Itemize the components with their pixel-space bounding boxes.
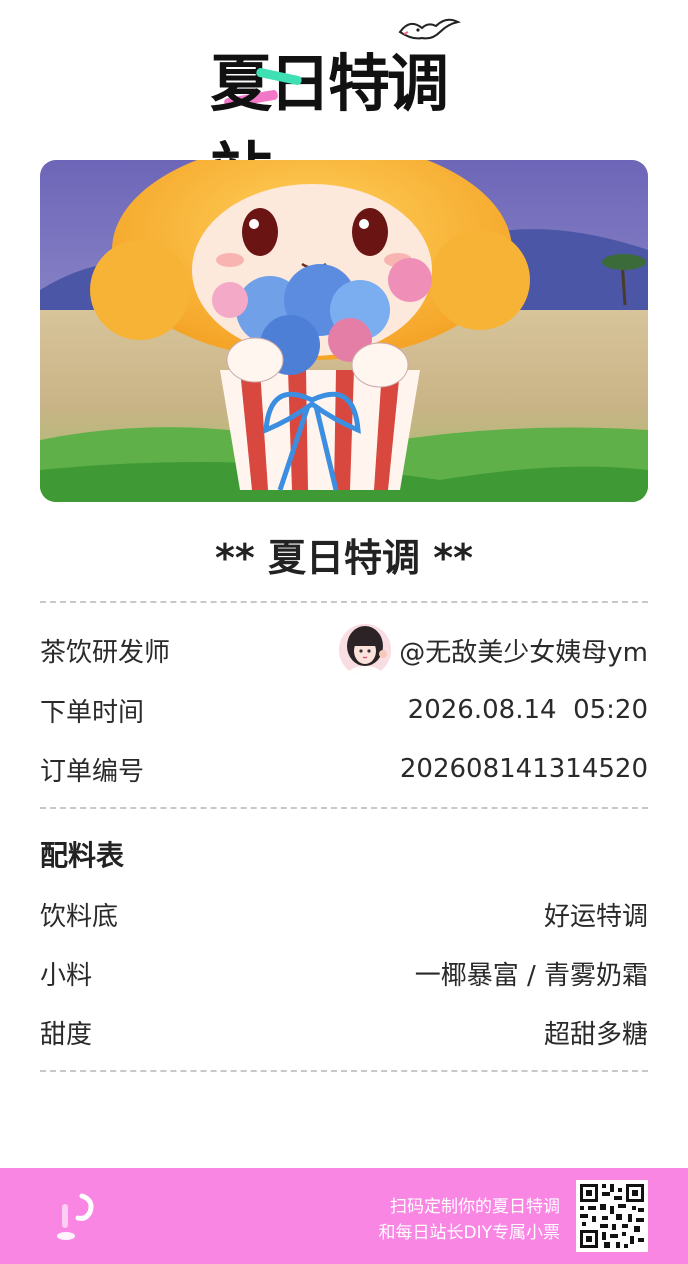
drink-title: ** 夏日特调 ** (215, 536, 473, 580)
ingredient-value: 一椰暴富 / 青雾奶霜 (414, 960, 648, 991)
order-time-value: 2026.08.14 05:20 (407, 695, 648, 725)
divider (40, 601, 648, 603)
order-time-row: 下单时间 2026.08.14 05:20 (40, 688, 648, 732)
drink-illustration (40, 160, 648, 502)
ingredient-label: 饮料底 (40, 901, 119, 932)
app-logo-icon (57, 1193, 94, 1240)
creator-value[interactable]: @无敌美少女姨母ym (339, 624, 648, 676)
divider (40, 1070, 648, 1072)
footer-line2: 和每日站长DIY专属小票 (378, 1223, 561, 1243)
footer-banner: 扫码定制你的夏日特调 和每日站长DIY专属小票 (0, 1168, 688, 1264)
order-number-row: 订单编号 202608141314520 (40, 747, 648, 791)
ingredient-value: 超甜多糖 (543, 1019, 648, 1050)
creator-row: 茶饮研发师 @无敌美少女姨母ym (40, 624, 648, 676)
ingredient-row-toppings: 小料 一椰暴富 / 青雾奶霜 (40, 951, 648, 995)
ingredient-value: 好运特调 (543, 901, 648, 932)
footer-line1: 扫码定制你的夏日特调 (390, 1197, 560, 1217)
avatar[interactable] (339, 624, 392, 676)
order-time-label: 下单时间 (40, 697, 145, 728)
qr-code[interactable] (576, 1180, 648, 1252)
seagull-icon (398, 18, 462, 40)
ingredient-row-sweetness: 甜度 超甜多糖 (40, 1010, 648, 1054)
brand-logo: 夏日特调站 (210, 18, 480, 208)
creator-name[interactable]: @无敌美少女姨母ym (399, 632, 648, 669)
ingredient-label: 甜度 (40, 1019, 93, 1050)
creator-label: 茶饮研发师 (40, 637, 171, 668)
ingredient-row-base: 饮料底 好运特调 (40, 892, 648, 936)
ingredient-label: 小料 (40, 960, 93, 991)
ingredients-title: 配料表 (40, 839, 125, 872)
footer-text: 扫码定制你的夏日特调 和每日站长DIY专属小票 (379, 1194, 561, 1246)
divider (40, 807, 648, 809)
order-number-label: 订单编号 (40, 756, 145, 787)
header: 夏日特调站 (0, 0, 688, 208)
order-number-value: 202608141314520 (399, 754, 648, 784)
